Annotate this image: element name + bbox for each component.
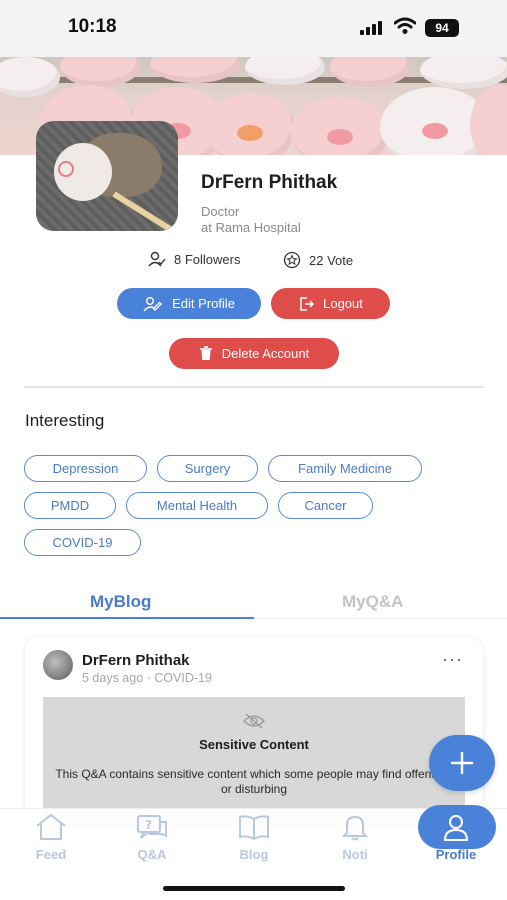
nav-blog[interactable]: Blog — [214, 813, 294, 862]
tag-chip[interactable]: Surgery — [157, 455, 258, 482]
plus-icon — [450, 751, 474, 775]
delete-account-label: Delete Account — [221, 346, 310, 361]
user-icon — [443, 815, 469, 841]
tab-active-indicator — [0, 617, 254, 619]
home-indicator — [163, 886, 345, 891]
tag-chip[interactable]: Family Medicine — [268, 455, 422, 482]
nav-profile-label: Profile — [435, 847, 477, 862]
battery-icon: 94 — [425, 19, 459, 37]
edit-profile-button[interactable]: Edit Profile — [117, 288, 261, 319]
blog-post-card[interactable]: DrFern Phithak 5 days ago · COVID-19 ···… — [25, 637, 483, 827]
nav-feed[interactable]: Feed — [11, 813, 91, 862]
status-time: 10:18 — [68, 16, 117, 37]
more-options-icon[interactable]: ··· — [442, 649, 463, 670]
svg-text:?: ? — [145, 818, 152, 832]
votes-count: 22 Vote — [309, 252, 354, 268]
delete-account-button[interactable]: Delete Account — [169, 338, 339, 369]
nav-qa[interactable]: ? Q&A — [112, 813, 192, 862]
profile-avatar[interactable] — [36, 121, 178, 231]
nav-profile[interactable]: Profile — [416, 813, 496, 862]
tab-divider — [254, 618, 507, 619]
trash-icon — [199, 346, 212, 360]
profile-name: DrFern Phithak — [201, 172, 338, 193]
logout-icon — [300, 296, 315, 311]
sensitive-title: Sensitive Content — [199, 737, 309, 752]
nav-blog-label: Blog — [239, 847, 269, 862]
nav-feed-label: Feed — [35, 847, 67, 862]
nav-qa-label: Q&A — [137, 847, 167, 862]
edit-profile-label: Edit Profile — [172, 296, 235, 311]
edit-profile-icon — [143, 296, 162, 311]
post-author[interactable]: DrFern Phithak — [82, 652, 190, 669]
nav-noti-label: Noti — [342, 847, 368, 862]
divider — [24, 386, 484, 388]
sensitive-description: This Q&A contains sensitive content whic… — [55, 767, 453, 796]
post-meta: 5 days ago · COVID-19 — [82, 671, 212, 685]
tag-chip[interactable]: PMDD — [24, 492, 116, 519]
book-icon — [239, 815, 269, 841]
tag-chip[interactable]: Mental Health — [126, 492, 268, 519]
question-chat-icon: ? — [137, 815, 167, 839]
tag-chip[interactable]: COVID-19 — [24, 529, 141, 556]
followers-count: 8 Followers — [174, 251, 241, 267]
home-icon — [36, 813, 66, 840]
signal-icon — [360, 21, 384, 35]
followers-icon — [148, 251, 166, 267]
profile-role: Doctor — [201, 204, 240, 219]
votes-stat: 22 Vote — [283, 251, 353, 269]
tab-myqa[interactable]: MyQ&A — [342, 592, 403, 612]
tag-chip[interactable]: Cancer — [278, 492, 373, 519]
bell-icon — [341, 815, 369, 841]
status-bar: 10:18 94 — [0, 0, 507, 57]
tag-chip[interactable]: Depression — [24, 455, 147, 482]
followers-stat[interactable]: 8 Followers — [148, 251, 240, 267]
wifi-icon — [394, 17, 416, 34]
tab-myblog[interactable]: MyBlog — [90, 592, 151, 612]
interesting-title: Interesting — [25, 411, 105, 430]
logout-button[interactable]: Logout — [271, 288, 390, 319]
eye-off-icon — [243, 713, 265, 729]
vote-star-icon — [283, 251, 301, 269]
profile-hospital: at Rama Hospital — [201, 220, 301, 235]
add-post-button[interactable] — [429, 735, 495, 791]
author-avatar[interactable] — [43, 650, 73, 680]
logout-label: Logout — [323, 296, 363, 311]
nav-noti[interactable]: Noti — [315, 813, 395, 862]
